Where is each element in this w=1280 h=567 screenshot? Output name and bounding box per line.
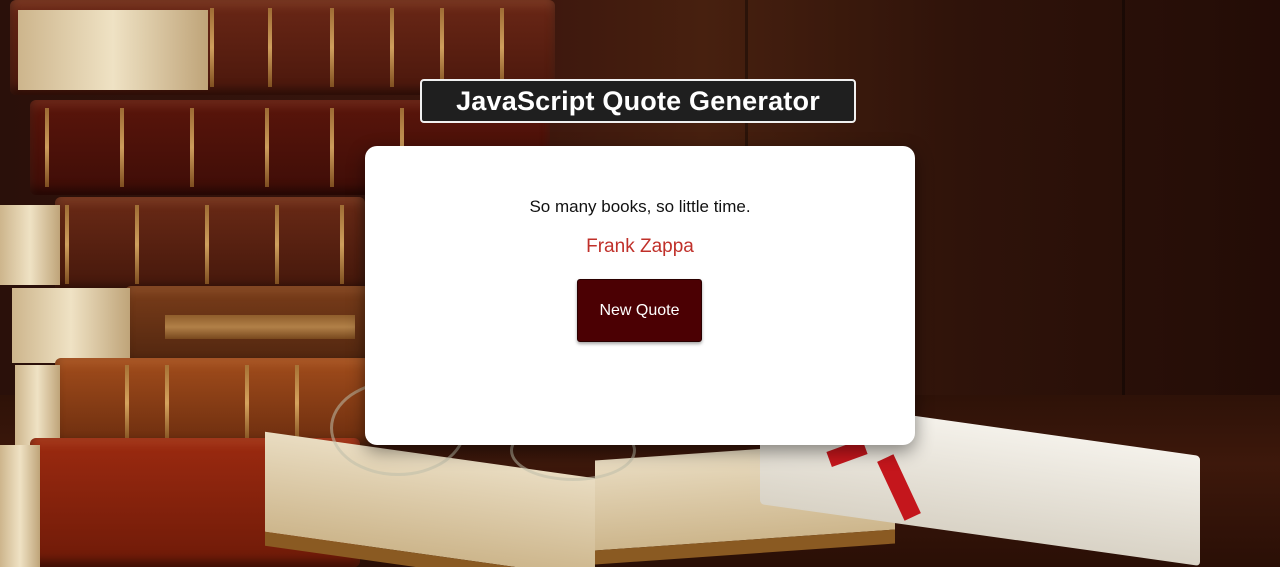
quote-author: Frank Zappa xyxy=(586,236,694,257)
book-pages xyxy=(0,445,40,567)
book-spine xyxy=(125,286,370,368)
quote-text: So many books, so little time. xyxy=(529,197,751,216)
page-title: JavaScript Quote Generator xyxy=(456,85,820,116)
book-pages xyxy=(12,288,130,363)
book-spine xyxy=(55,358,370,448)
quote-card: So many books, so little time. Frank Zap… xyxy=(365,146,915,445)
book-pages xyxy=(0,205,60,285)
book-pages xyxy=(15,365,60,445)
new-quote-button[interactable]: New Quote xyxy=(577,279,702,342)
book-spine xyxy=(55,197,365,292)
title-banner: JavaScript Quote Generator xyxy=(420,79,856,123)
wood-plank-line xyxy=(1122,0,1125,400)
page: JavaScript Quote Generator So many books… xyxy=(0,0,1280,567)
book-pages xyxy=(18,10,208,90)
